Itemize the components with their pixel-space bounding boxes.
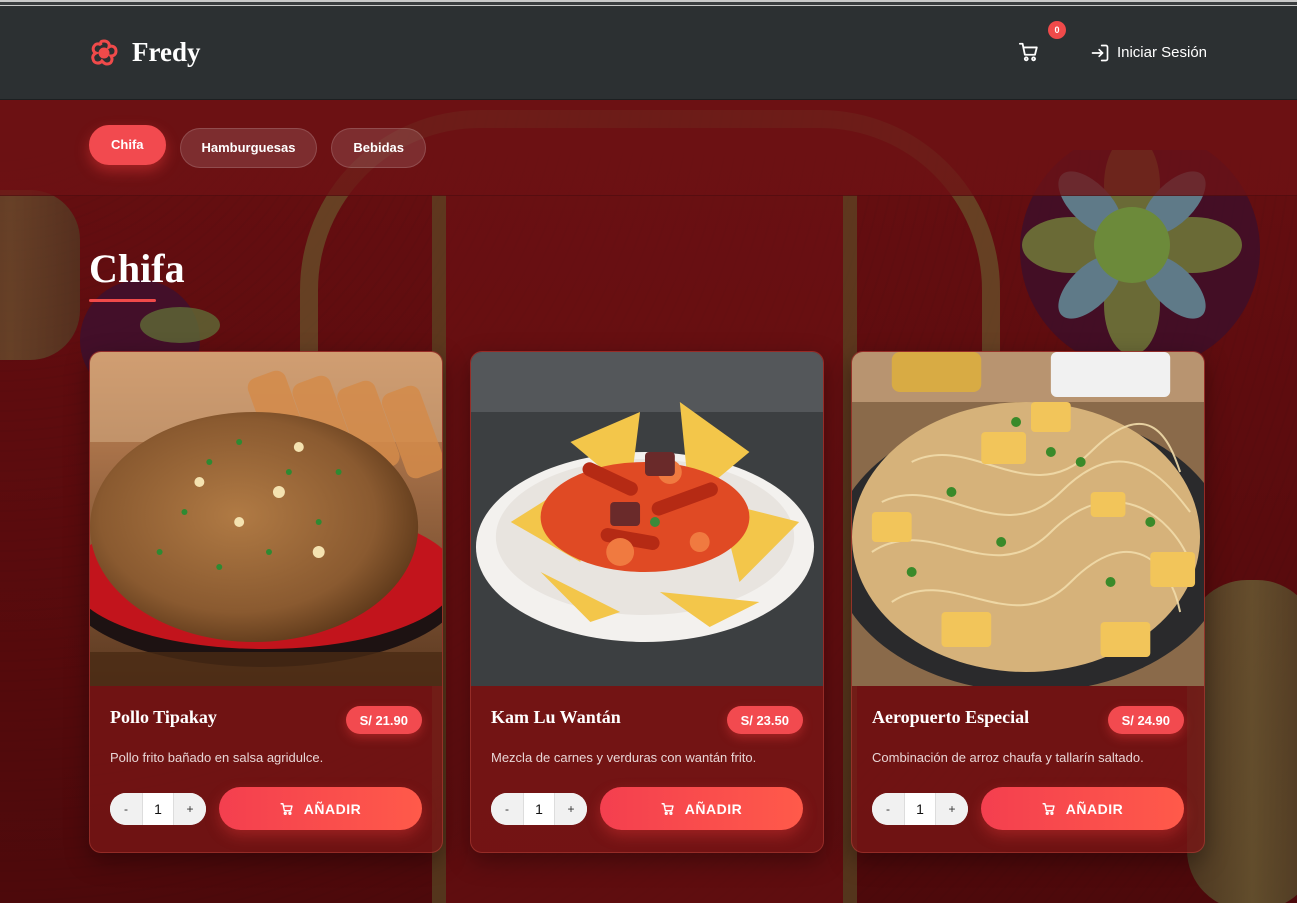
product-image-wonton (471, 352, 823, 686)
category-label: Hamburguesas (201, 140, 296, 155)
section-title: Chifa (89, 246, 185, 291)
product-name: Pollo Tipakay (110, 707, 217, 727)
product-description: Mezcla de carnes y verduras con wantán f… (491, 750, 757, 765)
product-card-body: Aeropuerto Especial S/ 24.90 Combinación… (852, 686, 1204, 830)
quantity-value[interactable]: 1 (904, 792, 936, 825)
increase-quantity-button[interactable]: + (936, 792, 968, 825)
product-card-body: Kam Lu Wantán S/ 23.50 Mezcla de carnes … (471, 686, 823, 830)
brand[interactable]: Fredy (88, 37, 201, 69)
increase-quantity-button[interactable]: + (555, 792, 587, 825)
login-icon (1091, 44, 1109, 61)
product-grid: Pollo Tipakay S/ 21.90 Pollo frito bañad… (89, 351, 1205, 853)
product-image-noodles-rice (852, 352, 1204, 686)
cart-icon (280, 802, 293, 815)
product-description: Pollo frito bañado en salsa agridulce. (110, 750, 324, 765)
flower-logo-icon (91, 38, 118, 66)
product-card: Aeropuerto Especial S/ 24.90 Combinación… (851, 351, 1205, 853)
category-bebidas[interactable]: Bebidas (331, 127, 426, 168)
cart-count-badge: 0 (1047, 20, 1066, 39)
product-image-fried-rice (90, 352, 442, 686)
add-to-cart-label: AÑADIR (303, 800, 362, 817)
header-actions: 0 Iniciar Sesión (1018, 20, 1207, 65)
quantity-stepper: - 1 + (110, 792, 206, 825)
product-price-badge: S/ 23.50 (726, 706, 803, 734)
category-label: Chifa (111, 137, 144, 152)
login-button[interactable]: Iniciar Sesión (1090, 43, 1207, 63)
add-to-cart-button[interactable]: AÑADIR (981, 787, 1184, 830)
brand-name: Fredy (132, 37, 201, 67)
product-actions: - 1 + AÑADIR (872, 787, 1184, 830)
product-card: Pollo Tipakay S/ 21.90 Pollo frito bañad… (89, 351, 443, 853)
cart-icon (1042, 802, 1055, 815)
product-name: Kam Lu Wantán (491, 707, 621, 727)
decrease-quantity-button[interactable]: - (872, 792, 904, 825)
decrease-quantity-button[interactable]: - (491, 792, 523, 825)
login-label: Iniciar Sesión (1116, 44, 1207, 61)
site-header: Fredy 0 Iniciar Sesión (0, 6, 1297, 100)
product-actions: - 1 + AÑADIR (110, 787, 422, 830)
product-card-body: Pollo Tipakay S/ 21.90 Pollo frito bañad… (90, 686, 442, 830)
decrease-quantity-button[interactable]: - (110, 792, 142, 825)
product-card-head: Pollo Tipakay S/ 21.90 (110, 706, 422, 734)
cart-button[interactable]: 0 (1018, 20, 1066, 65)
add-to-cart-button[interactable]: AÑADIR (219, 787, 422, 830)
increase-quantity-button[interactable]: + (174, 792, 206, 825)
cart-icon (1018, 42, 1038, 61)
add-to-cart-button[interactable]: AÑADIR (600, 787, 803, 830)
category-bar: Chifa Hamburguesas Bebidas (0, 100, 1297, 196)
cart-icon (661, 802, 674, 815)
product-description: Combinación de arroz chaufa y tallarín s… (872, 750, 1144, 765)
quantity-value[interactable]: 1 (142, 792, 174, 825)
product-actions: - 1 + AÑADIR (491, 787, 803, 830)
quantity-value[interactable]: 1 (523, 792, 555, 825)
category-label: Bebidas (353, 140, 404, 155)
quantity-stepper: - 1 + (491, 792, 587, 825)
title-underline (89, 299, 156, 302)
product-name: Aeropuerto Especial (872, 707, 1030, 727)
category-hamburguesas[interactable]: Hamburguesas (179, 127, 318, 168)
product-card: Kam Lu Wantán S/ 23.50 Mezcla de carnes … (470, 351, 824, 853)
product-price-badge: S/ 24.90 (1107, 706, 1184, 734)
product-card-head: Kam Lu Wantán S/ 23.50 (491, 706, 803, 734)
quantity-stepper: - 1 + (872, 792, 968, 825)
add-to-cart-label: AÑADIR (684, 800, 743, 817)
category-chifa[interactable]: Chifa (89, 124, 166, 165)
add-to-cart-label: AÑADIR (1065, 800, 1124, 817)
product-price-badge: S/ 21.90 (345, 706, 422, 734)
product-card-head: Aeropuerto Especial S/ 24.90 (872, 706, 1184, 734)
